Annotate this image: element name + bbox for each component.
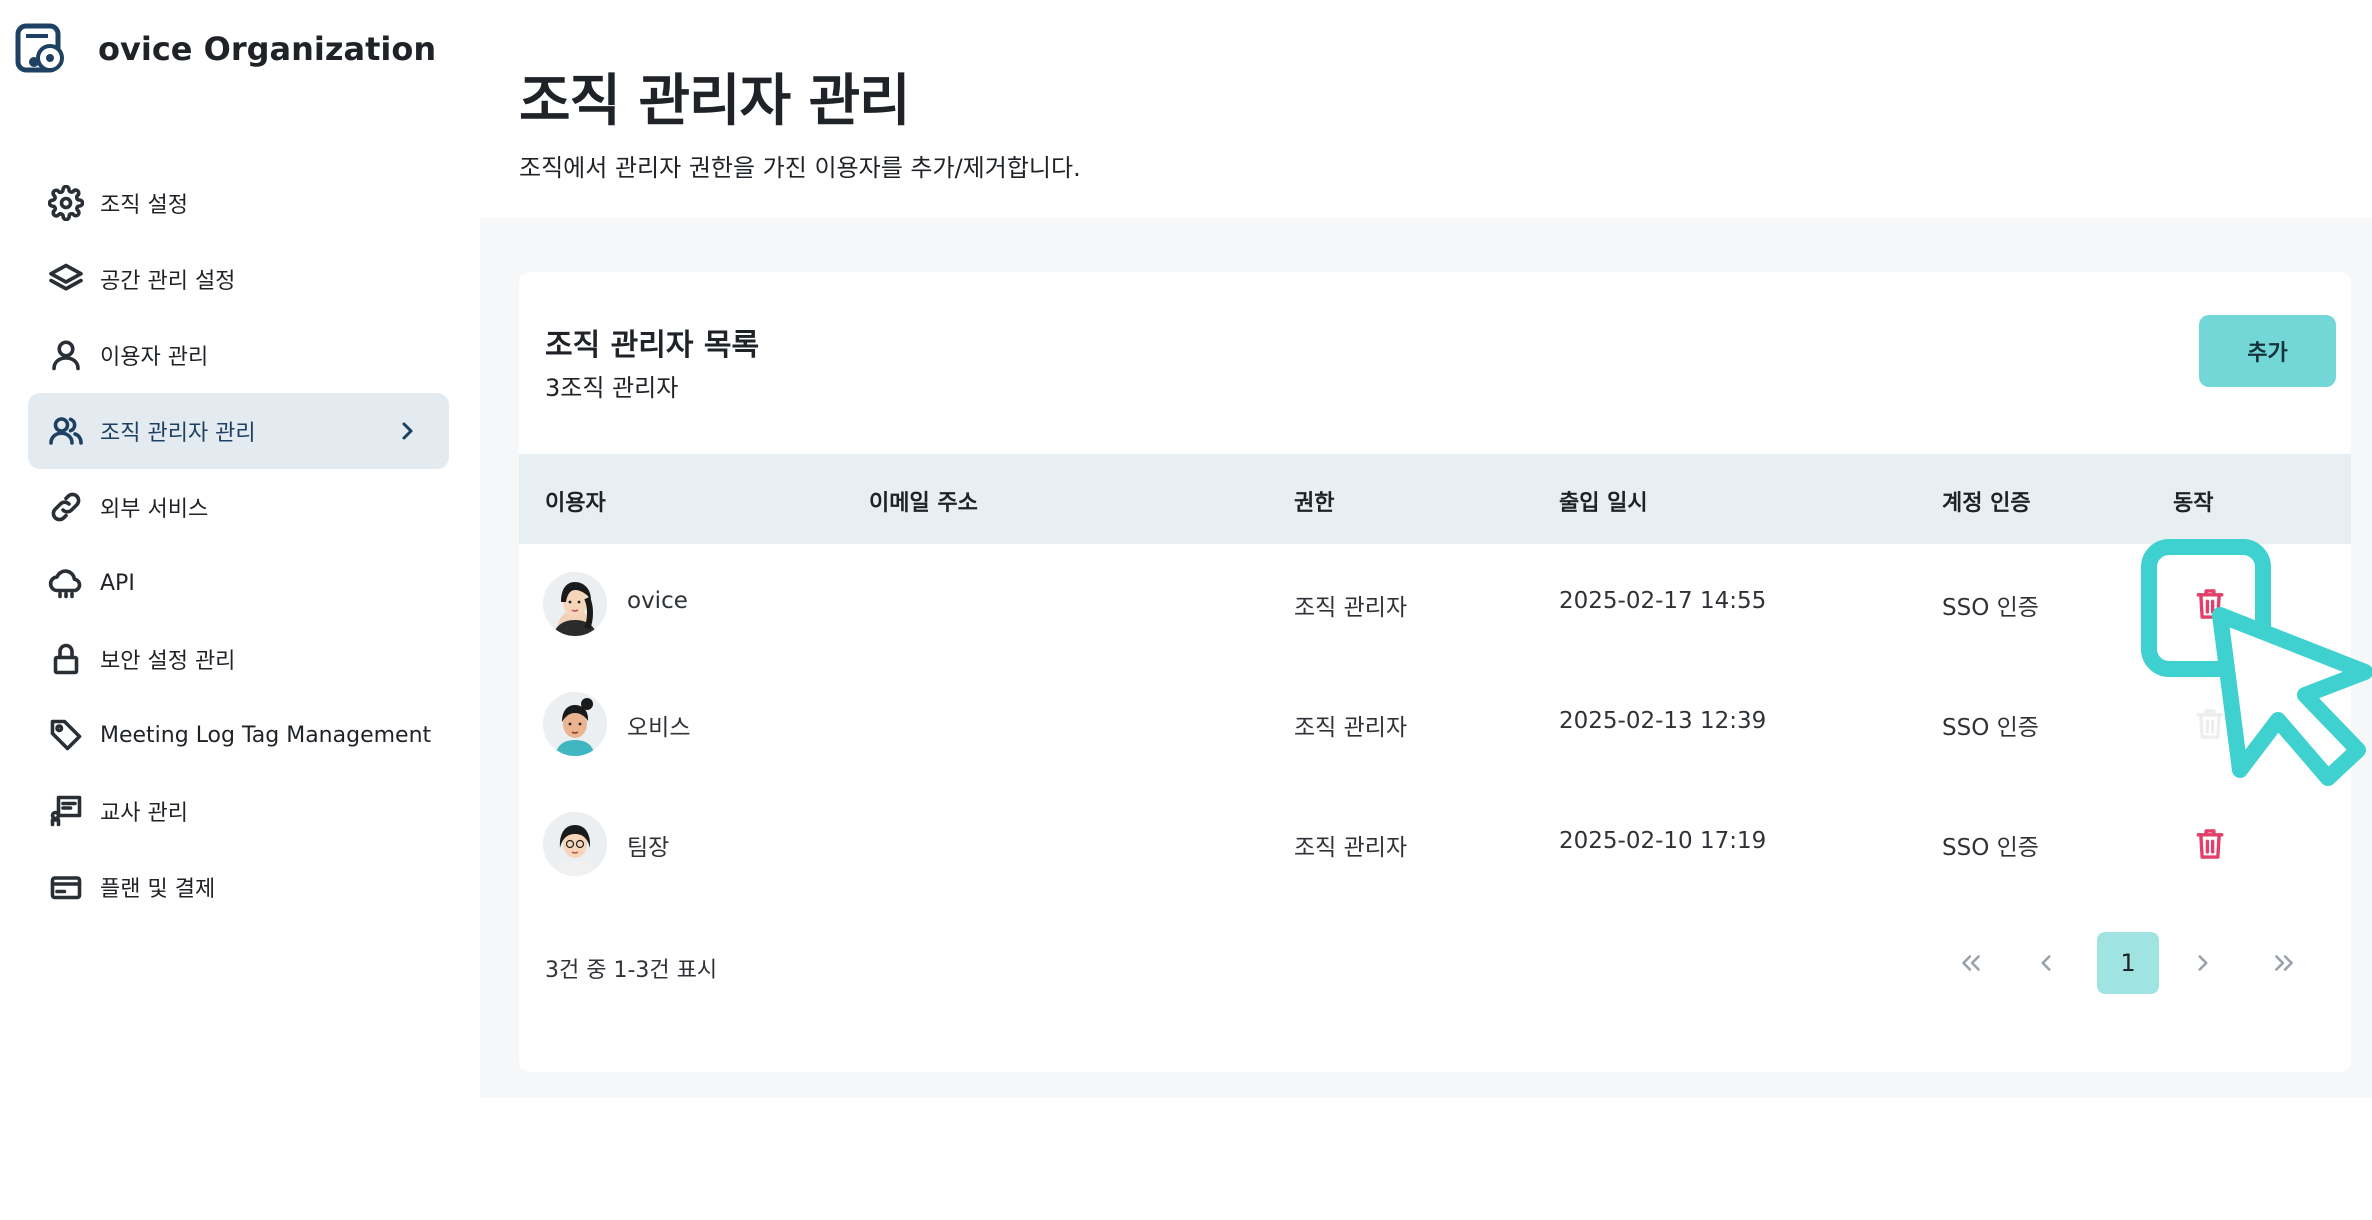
user-icon bbox=[46, 335, 86, 375]
user-role: 조직 관리자 bbox=[1294, 715, 1408, 741]
avatar bbox=[543, 572, 607, 636]
user-name: ovice bbox=[627, 588, 688, 614]
chevrons-right-icon bbox=[2275, 955, 2293, 971]
first-page-button[interactable] bbox=[1940, 932, 2002, 994]
org-logo-icon bbox=[15, 23, 64, 73]
trash-icon bbox=[2196, 829, 2224, 859]
sidebar-item-teachers[interactable]: 교사 관리 bbox=[28, 773, 449, 849]
layers-icon bbox=[46, 259, 86, 299]
gear-icon bbox=[46, 183, 86, 223]
sidebar-item-space-settings[interactable]: 공간 관리 설정 bbox=[28, 241, 449, 317]
user-role: 조직 관리자 bbox=[1294, 835, 1408, 861]
access-time: 2025-02-10 17:19 bbox=[1559, 828, 1767, 854]
user-name: 오비스 bbox=[627, 715, 691, 741]
sidebar-item-label: 교사 관리 bbox=[100, 801, 188, 826]
chevron-right-icon bbox=[395, 419, 419, 443]
auth-status: SSO 인증 bbox=[1942, 715, 2039, 741]
sidebar-item-org-settings[interactable]: 조직 설정 bbox=[28, 165, 449, 241]
sidebar-item-label: 조직 관리자 관리 bbox=[100, 421, 256, 446]
column-header-role: 권한 bbox=[1294, 491, 1335, 516]
previous-page-button[interactable] bbox=[2015, 932, 2077, 994]
org-name: ovice Organization bbox=[98, 30, 437, 68]
sidebar-item-label: 플랜 및 결제 bbox=[100, 877, 216, 902]
sidebar-item-meeting-log-tags[interactable]: Meeting Log Tag Management bbox=[28, 697, 449, 773]
column-header-action: 동작 bbox=[2173, 491, 2214, 516]
column-header-access-time: 출입 일시 bbox=[1559, 491, 1648, 516]
delete-button[interactable] bbox=[2187, 821, 2233, 867]
sidebar-item-security[interactable]: 보안 설정 관리 bbox=[28, 621, 449, 697]
column-header-email: 이메일 주소 bbox=[869, 491, 978, 516]
sidebar-item-label: Meeting Log Tag Management bbox=[100, 722, 432, 748]
users-icon bbox=[46, 411, 86, 451]
auth-status: SSO 인증 bbox=[1942, 835, 2039, 861]
avatar bbox=[543, 812, 607, 876]
sidebar-item-label: 공간 관리 설정 bbox=[100, 269, 236, 294]
credit-card-icon bbox=[46, 867, 86, 907]
link-icon bbox=[46, 487, 86, 527]
last-page-button[interactable] bbox=[2253, 932, 2315, 994]
access-time: 2025-02-13 12:39 bbox=[1559, 708, 1767, 734]
table-header: 이용자 이메일 주소 권한 출입 일시 계정 인증 동작 bbox=[519, 454, 2351, 544]
card-title: 조직 관리자 목록 bbox=[545, 328, 760, 363]
column-header-user: 이용자 bbox=[545, 491, 606, 516]
column-header-auth: 계정 인증 bbox=[1942, 491, 2031, 516]
lock-icon bbox=[46, 639, 86, 679]
sidebar-item-label: 조직 설정 bbox=[100, 193, 188, 218]
user-role: 조직 관리자 bbox=[1294, 595, 1408, 621]
access-time: 2025-02-17 14:55 bbox=[1559, 588, 1767, 614]
sidebar-item-label: 외부 서비스 bbox=[100, 497, 209, 522]
pointer-cursor-icon bbox=[2212, 607, 2372, 786]
table-row: 오비스 조직 관리자 2025-02-13 12:39 SSO 인증 bbox=[519, 664, 2351, 784]
sidebar-nav: 조직 설정 공간 관리 설정 이용자 관리 조직 관리자 관리 외부 서비스 A… bbox=[28, 165, 449, 925]
chevrons-left-icon bbox=[1962, 955, 1980, 971]
teacher-icon bbox=[46, 791, 86, 831]
next-page-button[interactable] bbox=[2172, 932, 2234, 994]
app-root: ovice Organization 조직 설정 공간 관리 설정 이용자 관리 bbox=[0, 0, 2372, 1220]
sidebar-item-external-services[interactable]: 외부 서비스 bbox=[28, 469, 449, 545]
sidebar-item-label: 이용자 관리 bbox=[100, 345, 209, 370]
sidebar-item-label: API bbox=[100, 570, 135, 596]
avatar bbox=[543, 692, 607, 756]
table-row: 팀장 조직 관리자 2025-02-10 17:19 SSO 인증 bbox=[519, 784, 2351, 904]
sidebar: ovice Organization 조직 설정 공간 관리 설정 이용자 관리 bbox=[0, 0, 480, 1220]
admin-list-card: 조직 관리자 목록 3조직 관리자 추가 이용자 이메일 주소 권한 출입 일시… bbox=[519, 272, 2351, 1072]
sidebar-item-org-admins[interactable]: 조직 관리자 관리 bbox=[28, 393, 449, 469]
sidebar-item-users[interactable]: 이용자 관리 bbox=[28, 317, 449, 393]
page-description: 조직에서 관리자 권한을 가진 이용자를 추가/제거합니다. bbox=[519, 154, 1081, 182]
page-title: 조직 관리자 관리 bbox=[519, 69, 911, 134]
page-button-current[interactable]: 1 bbox=[2097, 932, 2159, 994]
tag-icon bbox=[46, 715, 86, 755]
chevron-left-icon bbox=[2041, 955, 2051, 971]
sidebar-item-label: 보안 설정 관리 bbox=[100, 649, 236, 674]
chevron-right-icon bbox=[2198, 955, 2208, 971]
sidebar-item-plan-billing[interactable]: 플랜 및 결제 bbox=[28, 849, 449, 925]
org-header: ovice Organization bbox=[14, 22, 436, 76]
pagination-info: 3건 중 1-3건 표시 bbox=[545, 958, 718, 983]
admin-count: 3조직 관리자 bbox=[545, 374, 679, 402]
sidebar-item-api[interactable]: API bbox=[28, 545, 449, 621]
add-admin-button[interactable]: 추가 bbox=[2199, 315, 2336, 387]
cloud-icon bbox=[46, 563, 86, 603]
auth-status: SSO 인증 bbox=[1942, 595, 2039, 621]
user-name: 팀장 bbox=[627, 835, 670, 861]
table-row: ovice 조직 관리자 2025-02-17 14:55 SSO 인증 bbox=[519, 544, 2351, 664]
